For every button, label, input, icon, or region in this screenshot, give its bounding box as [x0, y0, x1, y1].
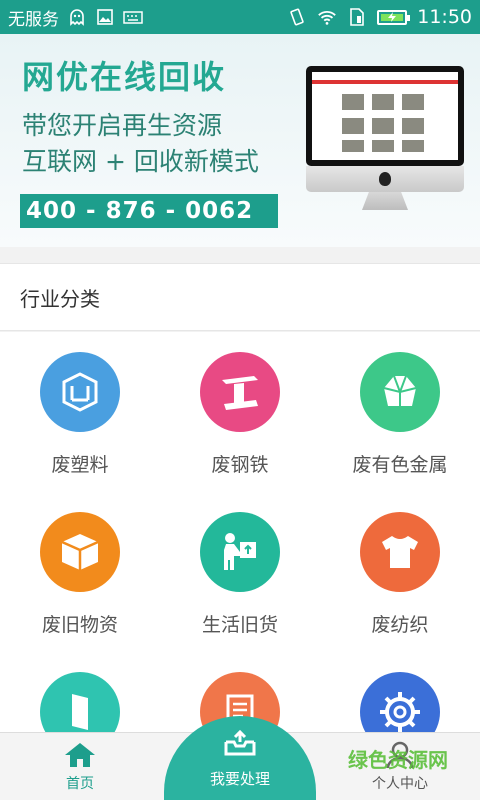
- category-item-7[interactable]: [0, 652, 160, 732]
- category-household-goods[interactable]: 生活旧货: [160, 492, 320, 652]
- upload-tray-icon: [222, 728, 258, 762]
- category-plastic[interactable]: 废塑料: [0, 332, 160, 492]
- app-root: 无服务 11:50 网优在线回收 带您开启再生资源 互联网 + 回收新模式 40…: [0, 0, 480, 800]
- banner-line-2: 互联网 + 回收新模式: [22, 147, 259, 176]
- carrier-text: 无服务: [8, 9, 59, 30]
- promo-banner[interactable]: 网优在线回收 带您开启再生资源 互联网 + 回收新模式 400 - 876 - …: [0, 34, 480, 247]
- nav-process-label: 我要处理: [209, 770, 270, 788]
- category-label: 生活旧货: [201, 614, 278, 636]
- wifi-icon: [317, 7, 337, 27]
- vibrate-icon: [287, 7, 307, 27]
- banner-title: 网优在线回收: [22, 58, 227, 96]
- section-title: 行业分类: [20, 286, 100, 311]
- home-icon: [63, 741, 97, 773]
- category-nonferrous-metal[interactable]: 废有色金属: [320, 332, 480, 492]
- category-textile[interactable]: 废纺织: [320, 492, 480, 652]
- battery-charging-icon: [377, 9, 411, 25]
- nav-profile-label: 个人中心: [372, 776, 428, 792]
- crystal-icon: [360, 352, 440, 432]
- status-time: 11:50: [417, 6, 472, 28]
- image-icon: [95, 7, 115, 27]
- nav-home[interactable]: 首页: [0, 733, 160, 800]
- door-icon: [40, 672, 120, 732]
- status-bar: 无服务 11:50: [0, 0, 480, 34]
- monitor-illustration: [306, 66, 464, 216]
- category-label: 废钢铁: [211, 454, 269, 476]
- category-steel[interactable]: 废钢铁: [160, 332, 320, 492]
- box-icon: [40, 512, 120, 592]
- ghost-icon: [67, 7, 87, 27]
- plastic-icon: [40, 352, 120, 432]
- category-old-materials[interactable]: 废旧物资: [0, 492, 160, 652]
- keyboard-icon: [123, 7, 143, 27]
- section-header: 行业分类: [0, 263, 480, 331]
- watermark: 绿色资源网: [348, 748, 448, 772]
- gear-icon: [360, 672, 440, 732]
- sim-icon: [347, 7, 367, 27]
- category-item-9[interactable]: [320, 652, 480, 732]
- category-label: 废塑料: [51, 454, 109, 476]
- category-label: 废旧物资: [41, 614, 118, 636]
- apple-logo-icon: [379, 172, 391, 186]
- tshirt-icon: [360, 512, 440, 592]
- banner-line-1: 带您开启再生资源: [22, 111, 223, 140]
- category-label: 废有色金属: [352, 454, 448, 476]
- person-carry-icon: [200, 512, 280, 592]
- category-grid: 废塑料 废钢铁 废有色金属 废旧物资 生活旧货 废纺织: [0, 332, 480, 732]
- steel-beam-icon: [200, 352, 280, 432]
- banner-phone: 400 - 876 - 0062: [20, 194, 278, 228]
- category-label: 废纺织: [371, 614, 429, 636]
- nav-home-label: 首页: [66, 776, 94, 792]
